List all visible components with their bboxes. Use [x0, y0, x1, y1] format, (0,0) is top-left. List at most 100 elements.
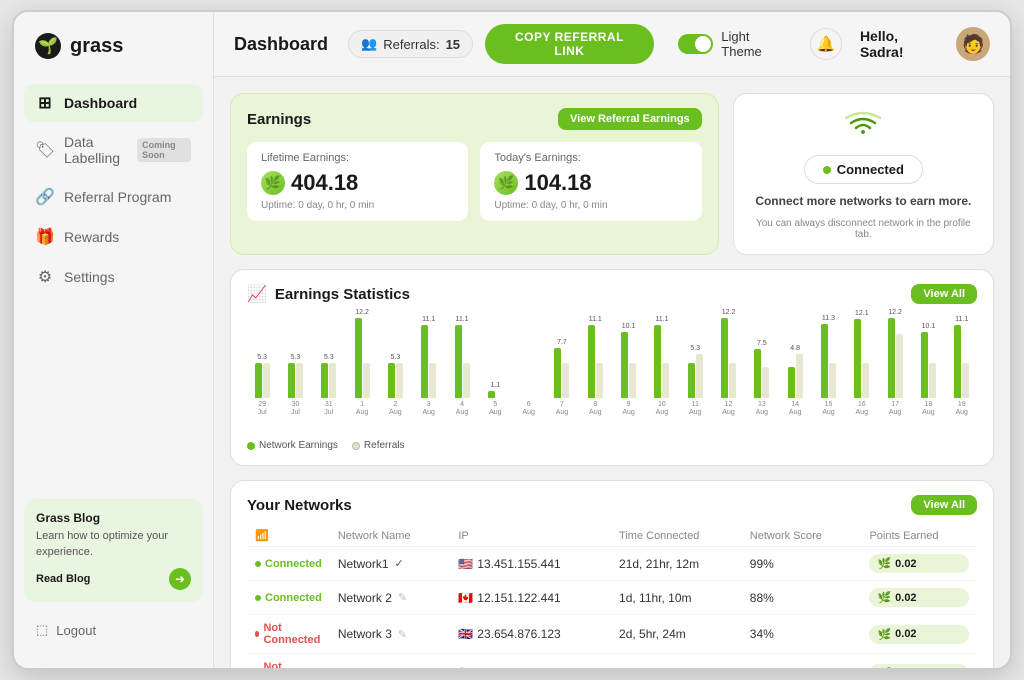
avatar[interactable]: 🧑 [956, 27, 990, 61]
bar-green [455, 325, 462, 398]
bar-cream [662, 363, 669, 398]
notification-bell[interactable]: 🔔 [810, 28, 842, 60]
bar-month: Aug [589, 409, 601, 416]
bar-date: 3 [427, 401, 431, 408]
stats-title-row: 📈 Earnings Statistics [247, 284, 410, 304]
network-score: 34% [742, 615, 862, 654]
sidebar: 🌱 grass ⊞ Dashboard 🏷 Data Labelling Com… [14, 12, 214, 668]
bar-group: 10.118Aug [913, 323, 943, 416]
bar-cream [962, 363, 969, 398]
bar-group: 11.14Aug [447, 316, 477, 416]
bar-pair [747, 349, 777, 398]
bar-group: 12.212Aug [713, 309, 743, 416]
sidebar-item-rewards[interactable]: 🎁 Rewards [24, 218, 203, 256]
bar-value-label: 5.3 [291, 354, 301, 361]
table-row: ConnectedNetwork 2 ✎🇨🇦12.151.122.4411d, … [247, 581, 977, 615]
header: Dashboard 👥 Referrals: 15 COPY REFERRAL … [214, 12, 1010, 77]
bar-value-label: 5.3 [690, 345, 700, 352]
copy-referral-button[interactable]: COPY REFERRAL LINK [485, 24, 654, 64]
settings-icon: ⚙ [36, 268, 54, 286]
stats-header: 📈 Earnings Statistics View All [247, 284, 977, 304]
sidebar-item-dashboard[interactable]: ⊞ Dashboard [24, 84, 203, 122]
legend-network-label: Network Earnings [259, 440, 338, 451]
networks-title: Your Networks [247, 497, 352, 514]
bar-green [621, 332, 628, 398]
bar-date: 2 [393, 401, 397, 408]
col-score: Network Score [742, 525, 862, 547]
legend-green-dot [247, 442, 255, 450]
earnings-card: Earnings View Referral Earnings Lifetime… [230, 93, 719, 255]
theme-toggle-switch[interactable] [678, 34, 714, 54]
bar-value-label: 11.1 [955, 316, 968, 323]
legend-referral: Referrals [352, 440, 405, 451]
svg-text:🌱: 🌱 [38, 37, 58, 55]
today-uptime: Uptime: 0 day, 0 hr, 0 min [494, 200, 687, 211]
bar-value-label: 7.5 [757, 340, 767, 347]
stats-view-all-button[interactable]: View All [911, 284, 977, 304]
stats-card: 📈 Earnings Statistics View All 5.329Jul5… [230, 269, 994, 466]
bar-pair [613, 332, 643, 398]
theme-toggle[interactable]: Light Theme [678, 29, 793, 59]
bar-pair [780, 354, 810, 398]
connected-desc: Connect more networks to earn more. [755, 194, 971, 208]
bar-green [721, 318, 728, 398]
bar-date: 5 [493, 401, 497, 408]
bar-green [654, 325, 661, 398]
networks-view-all-button[interactable]: View All [911, 495, 977, 515]
bar-month: Aug [756, 409, 768, 416]
bar-date: 19 [958, 401, 966, 408]
bar-date: 11 [692, 401, 699, 408]
bar-date: 15 [825, 401, 833, 408]
blog-arrow-btn[interactable]: ➜ [169, 568, 191, 590]
lifetime-uptime: Uptime: 0 day, 0 hr, 0 min [261, 200, 454, 211]
network-points: 🌿 0.02 [861, 615, 977, 654]
network-score: 88% [742, 581, 862, 615]
connected-status-btn[interactable]: Connected [804, 155, 923, 184]
bar-pair [713, 318, 743, 398]
network-time: 3d, 12hr, 4m [611, 654, 742, 669]
bar-date: 30 [292, 401, 300, 408]
chart-icon: 📈 [247, 284, 267, 304]
referrals-count: 15 [446, 37, 460, 52]
bar-value-label: 11.1 [655, 316, 668, 323]
bar-date: 9 [627, 401, 631, 408]
lifetime-earnings-label: Lifetime Earnings: [261, 152, 454, 164]
blog-desc: Learn how to optimize your experience. [36, 529, 191, 560]
network-status: Not Connected [247, 654, 330, 669]
bar-pair [247, 363, 277, 398]
bar-pair [647, 325, 677, 398]
view-referral-earnings-button[interactable]: View Referral Earnings [558, 108, 702, 130]
bar-value-label: 11.3 [822, 315, 835, 322]
sidebar-logo: 🌱 grass [14, 32, 213, 84]
bar-pair [947, 325, 977, 398]
sidebar-item-referral[interactable]: 🔗 Referral Program [24, 178, 203, 216]
bar-pair [480, 391, 510, 398]
bar-value-label: 7.7 [557, 339, 567, 346]
blog-read-link[interactable]: Read Blog [36, 573, 90, 585]
bar-green [754, 349, 761, 398]
networks-table-body: ConnectedNetwork1 ✓🇺🇸13.451.155.44121d, … [247, 547, 977, 669]
points-coin-icon: 🌿 [877, 667, 891, 669]
sidebar-item-settings[interactable]: ⚙ Settings [24, 258, 203, 296]
bar-green [355, 318, 362, 398]
points-coin-icon: 🌿 [877, 628, 891, 641]
bar-green [288, 363, 295, 398]
bar-month: Aug [422, 409, 434, 416]
bar-month: Aug [622, 409, 634, 416]
network-name: Network 4 ✎ [330, 654, 450, 669]
bar-group: 7.77Aug [547, 339, 577, 416]
today-earnings-box: Today's Earnings: 🌿 104.18 Uptime: 0 day… [480, 142, 701, 221]
network-points: 🌿 0.02 [861, 581, 977, 615]
col-points: Points Earned [861, 525, 977, 547]
sidebar-item-data-labelling[interactable]: 🏷 Data Labelling Coming Soon [24, 124, 203, 176]
bar-cream [829, 363, 836, 398]
network-time: 2d, 5hr, 24m [611, 615, 742, 654]
logout-button[interactable]: ⬚ Logout [14, 612, 213, 648]
lifetime-earnings-box: Lifetime Earnings: 🌿 404.18 Uptime: 0 da… [247, 142, 468, 221]
bar-cream [463, 363, 470, 398]
sidebar-item-label: Rewards [64, 229, 119, 245]
network-points: 🌿 0.02 [861, 547, 977, 581]
lifetime-earnings-value: 🌿 404.18 [261, 170, 454, 196]
bar-group: 5.330Jul [280, 354, 310, 416]
theme-label: Light Theme [721, 29, 792, 59]
